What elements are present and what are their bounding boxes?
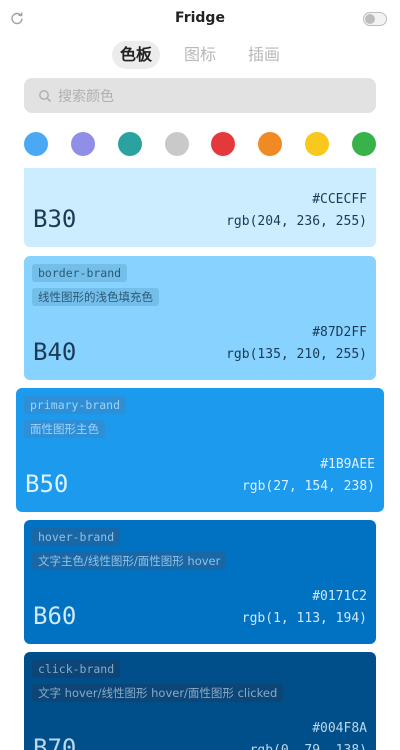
color-card-b60[interactable]: hover-brand 文字主色/线性图形/面性图形 hover B60 #0171C… bbox=[24, 520, 376, 644]
color-name: B30 bbox=[33, 205, 77, 233]
hex-value[interactable]: #004F8A bbox=[312, 721, 367, 736]
search-icon bbox=[38, 88, 52, 103]
tab-bar: 色板 图标 插画 bbox=[0, 41, 400, 69]
color-dot-green[interactable] bbox=[352, 132, 376, 156]
usage-description: 线性图形的浅色填充色 bbox=[32, 288, 159, 306]
toggle-knob bbox=[365, 14, 375, 24]
color-card-b50[interactable]: primary-brand 面性图形主色 B50 #1B9AEE rgb(27, 154… bbox=[16, 388, 384, 512]
hex-value[interactable]: #87D2FF bbox=[312, 325, 367, 340]
rgb-value[interactable]: rgb(0, 79, 138) bbox=[250, 743, 367, 750]
color-dot-teal[interactable] bbox=[118, 132, 142, 156]
rgb-value[interactable]: rgb(1, 113, 194) bbox=[242, 611, 367, 626]
usage-description: 文字 hover/线性图形 hover/面性图形 clicked bbox=[32, 684, 284, 702]
color-dot-blue[interactable] bbox=[24, 132, 48, 156]
color-dot-gray[interactable] bbox=[165, 132, 189, 156]
color-dot-purple[interactable] bbox=[71, 132, 95, 156]
token-badge: click-brand bbox=[32, 660, 121, 678]
tab-palette[interactable]: 色板 bbox=[112, 41, 160, 69]
color-family-selector bbox=[0, 132, 400, 156]
window-title: Fridge bbox=[175, 10, 225, 26]
hex-value[interactable]: #CCECFF bbox=[312, 192, 367, 207]
color-name: B70 bbox=[33, 734, 77, 750]
color-card-b30[interactable]: B30 #CCECFF rgb(204, 236, 255) bbox=[24, 168, 376, 247]
color-dot-red[interactable] bbox=[211, 132, 235, 156]
color-card-list: B30 #CCECFF rgb(204, 236, 255) border-brand… bbox=[0, 168, 400, 750]
usage-description: 文字主色/线性图形/面性图形 hover bbox=[32, 552, 227, 570]
color-dot-yellow[interactable] bbox=[305, 132, 329, 156]
color-name: B60 bbox=[33, 602, 77, 630]
search-input[interactable] bbox=[56, 78, 360, 115]
color-card-b40[interactable]: border-brand 线性图形的浅色填充色 B40 #87D2FF rgb(135,… bbox=[24, 256, 376, 380]
usage-description: 面性图形主色 bbox=[24, 420, 105, 438]
color-dot-orange[interactable] bbox=[258, 132, 282, 156]
theme-toggle[interactable] bbox=[363, 12, 387, 26]
hex-value[interactable]: #0171C2 bbox=[312, 589, 367, 604]
hex-value[interactable]: #1B9AEE bbox=[320, 457, 375, 472]
color-name: B50 bbox=[25, 470, 69, 498]
tab-icons[interactable]: 图标 bbox=[176, 41, 224, 69]
rgb-value[interactable]: rgb(27, 154, 238) bbox=[242, 479, 375, 494]
token-badge: border-brand bbox=[32, 264, 128, 282]
search-box bbox=[24, 78, 376, 115]
color-card-b70[interactable]: click-brand 文字 hover/线性图形 hover/面性图形 clic… bbox=[24, 652, 376, 750]
tab-illustrations[interactable]: 插画 bbox=[240, 41, 288, 69]
color-name: B40 bbox=[33, 338, 77, 366]
token-badge: primary-brand bbox=[24, 396, 127, 414]
rgb-value[interactable]: rgb(135, 210, 255) bbox=[226, 347, 367, 362]
title-bar: Fridge bbox=[0, 0, 400, 36]
token-badge: hover-brand bbox=[32, 528, 121, 546]
rgb-value[interactable]: rgb(204, 236, 255) bbox=[226, 214, 367, 229]
